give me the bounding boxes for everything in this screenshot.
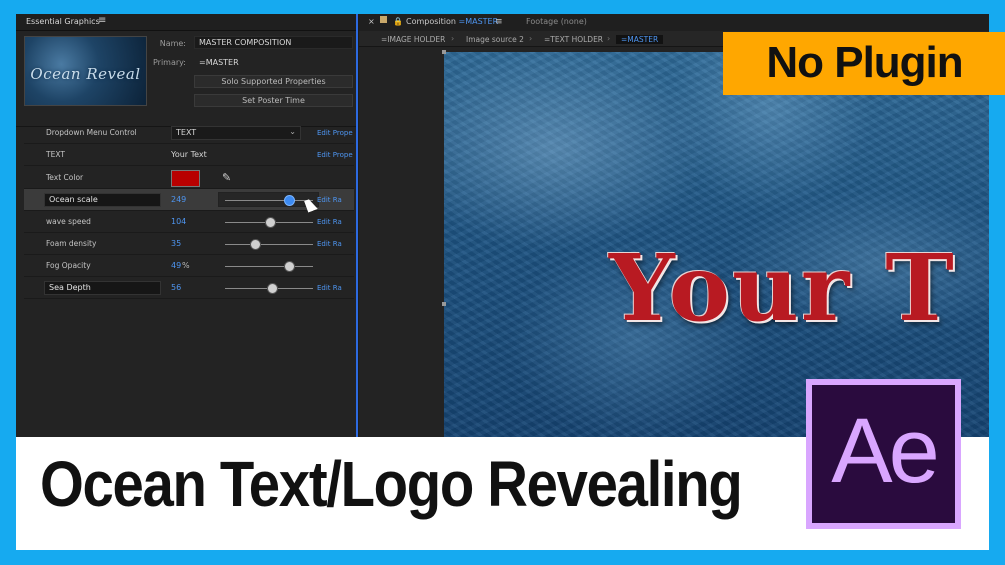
ocean-scale-value[interactable]: 249 (171, 195, 186, 204)
dropdown-menu-control[interactable]: TEXT ⌄ (171, 126, 301, 140)
property-row-wave-speed[interactable]: wave speed 104 Edit Ra (24, 211, 354, 233)
ae-logo-text: Ae (831, 400, 940, 502)
composition-tab[interactable]: Composition =MASTER (406, 17, 498, 26)
chevron-right-icon: › (607, 34, 611, 43)
after-effects-logo: Ae (806, 379, 961, 529)
primary-comp[interactable]: =MASTER (194, 56, 353, 69)
slider-track[interactable] (225, 244, 313, 245)
property-name-field[interactable]: Ocean scale (44, 193, 161, 207)
breadcrumb-item[interactable]: Image source 2 (466, 35, 524, 44)
edit-range-link[interactable]: Edit Ra (317, 196, 342, 204)
property-row-fog-opacity[interactable]: Fog Opacity 49 % (24, 255, 354, 277)
property-label: Fog Opacity (46, 261, 91, 270)
headline-text: Ocean Text/Logo Revealing (40, 448, 743, 520)
slider-track[interactable] (225, 266, 313, 267)
slider-knob[interactable] (284, 261, 296, 272)
property-name-field[interactable]: Sea Depth (44, 281, 161, 295)
comp-color-icon (380, 16, 387, 23)
property-row-ocean-scale[interactable]: Ocean scale 249 Edit Ra (24, 189, 354, 213)
lock-icon[interactable]: 🔒 (393, 17, 403, 26)
property-label: Dropdown Menu Control (46, 128, 137, 137)
panel-title: Essential Graphics (26, 17, 100, 26)
composition-tab-bar: × 🔒 Composition =MASTER ≡ Footage (none) (359, 14, 989, 31)
property-row-text[interactable]: TEXT Your Text Edit Prope (24, 144, 354, 166)
edit-properties-link[interactable]: Edit Prope (317, 151, 353, 159)
tab-comp-name: =MASTER (458, 17, 499, 26)
slider-track[interactable] (225, 200, 313, 201)
breadcrumb-item-active[interactable]: =MASTER (616, 35, 664, 44)
set-poster-time-button[interactable]: Set Poster Time (194, 94, 353, 107)
property-row-foam-density[interactable]: Foam density 35 Edit Ra (24, 233, 354, 255)
percent-unit: % (182, 261, 190, 270)
chevron-right-icon: › (451, 34, 455, 43)
property-label: wave speed (46, 217, 91, 226)
close-icon[interactable]: × (368, 17, 375, 26)
color-swatch[interactable] (171, 170, 200, 187)
solo-supported-properties-button[interactable]: Solo Supported Properties (194, 75, 353, 88)
edit-range-link[interactable]: Edit Ra (317, 240, 342, 248)
edit-range-link[interactable]: Edit Ra (317, 284, 342, 292)
text-value[interactable]: Your Text (171, 150, 207, 159)
property-row-text-color[interactable]: Text Color ✎ (24, 167, 354, 189)
breadcrumb-item[interactable]: =IMAGE HOLDER (381, 35, 445, 44)
property-row-sea-depth[interactable]: Sea Depth 56 Edit Ra (24, 277, 354, 299)
slider-knob[interactable] (249, 239, 261, 250)
primary-label: Primary: (152, 58, 186, 67)
essential-graphics-panel: Essential Graphics ≡ Ocean Reveal Name: … (16, 14, 358, 437)
chevron-right-icon: › (529, 34, 533, 43)
property-label: TEXT (46, 150, 65, 159)
property-label: Foam density (46, 239, 97, 248)
layer-handle[interactable] (442, 50, 446, 54)
viewer-text: Your T (609, 234, 956, 342)
slider-knob[interactable] (267, 283, 279, 294)
name-label: Name: (159, 39, 186, 48)
name-field[interactable]: MASTER COMPOSITION (194, 36, 353, 49)
property-label: Text Color (46, 173, 84, 182)
sea-depth-value[interactable]: 56 (171, 283, 181, 292)
dropdown-value: TEXT (176, 128, 197, 137)
footage-tab[interactable]: Footage (none) (526, 17, 587, 26)
eyedropper-icon[interactable]: ✎ (222, 171, 231, 184)
wave-speed-value[interactable]: 104 (171, 217, 186, 226)
foam-density-value[interactable]: 35 (171, 239, 181, 248)
slider-knob[interactable] (264, 217, 276, 228)
no-plugin-badge: No Plugin (723, 32, 1005, 95)
property-row-dropdown[interactable]: Dropdown Menu Control TEXT ⌄ Edit Prope (24, 122, 354, 144)
thumbnail-text: Ocean Reveal (30, 65, 141, 83)
hamburger-icon[interactable]: ≡ (98, 15, 106, 26)
chevron-down-icon: ⌄ (289, 127, 296, 136)
badge-text: No Plugin (766, 38, 963, 87)
edit-range-link[interactable]: Edit Ra (317, 218, 342, 226)
breadcrumb-item[interactable]: =TEXT HOLDER (544, 35, 603, 44)
tab-title: Composition (406, 17, 456, 26)
edit-properties-link[interactable]: Edit Prope (317, 129, 353, 137)
poster-thumbnail: Ocean Reveal (24, 36, 147, 106)
fog-opacity-value[interactable]: 49 (171, 261, 181, 270)
panel-header: Essential Graphics ≡ (16, 14, 356, 31)
layer-handle[interactable] (442, 302, 446, 306)
hamburger-icon[interactable]: ≡ (495, 17, 503, 27)
